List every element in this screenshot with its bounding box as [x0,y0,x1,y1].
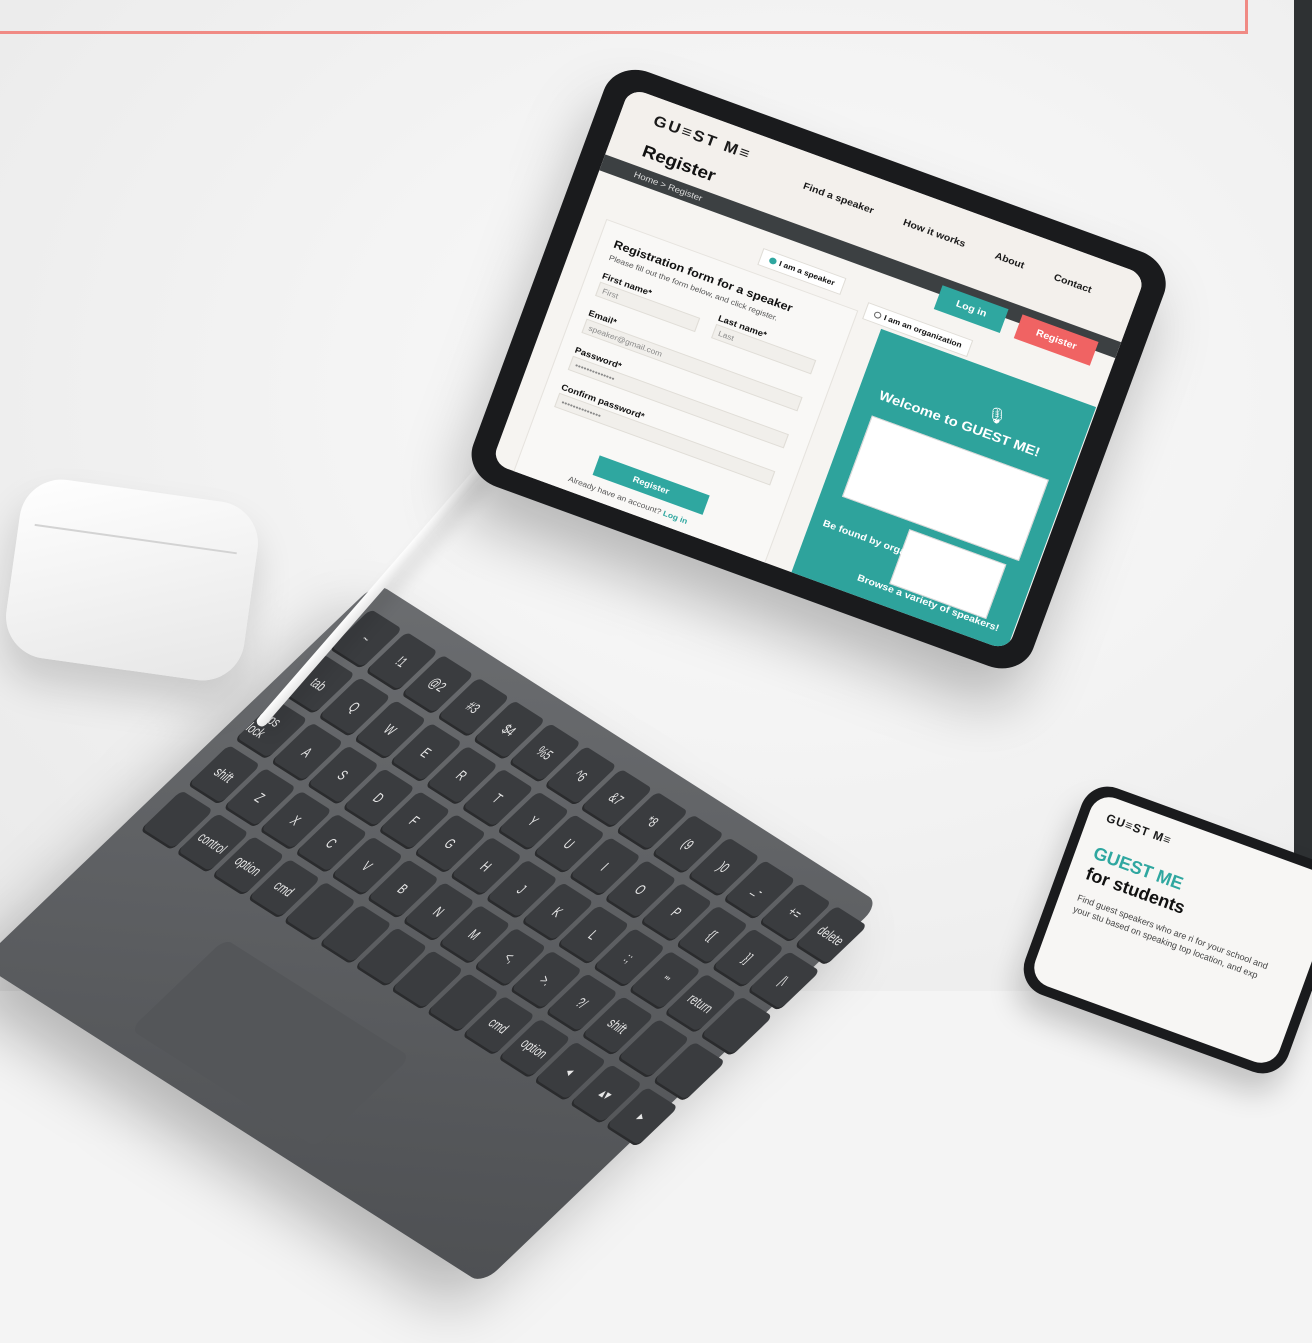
promo-panel: 🎙 Welcome to GUEST ME! Be found by organ… [790,328,1097,651]
nav-item-contact[interactable]: Contact [1052,272,1093,295]
airpods-seam [34,523,237,555]
keyboard-body: ~ !1 @2 #3 $4 %5 ^6 &7 *8 (9)0 _- += delete tab Q W E R T Y… [0,582,880,1285]
right-edge-bar [1294,0,1312,991]
airpods-case [0,474,264,686]
top-frame [0,0,1248,34]
phone: GU≡ST M≡ GUEST ME for students Find gues… [1015,778,1312,1082]
nav-item-about[interactable]: About [993,251,1025,271]
tablet: GU≡ST M≡ Find a speaker How it works Abo… [462,60,1265,679]
phone-logo[interactable]: GU≡ST M≡ [1104,811,1173,848]
radio-unselected-icon [872,311,883,320]
radio-selected-icon [768,256,778,266]
scene: ~ !1 @2 #3 $4 %5 ^6 &7 *8 (9)0 _- += delete tab Q W E R T Y… [0,0,1312,1285]
login-link[interactable]: Log in [662,509,689,526]
radio-speaker-label: I am a speaker [777,259,836,288]
nav-item-find-speaker[interactable]: Find a speaker [802,181,876,216]
phone-screen: GU≡ST M≡ GUEST ME for students Find gues… [1028,791,1312,1069]
tablet-frame: GU≡ST M≡ Find a speaker How it works Abo… [462,60,1176,679]
tablet-screen: GU≡ST M≡ Find a speaker How it works Abo… [491,87,1146,651]
confirm-password-field[interactable]: •••••••••••••• [554,392,776,486]
nav-item-how-it-works[interactable]: How it works [902,218,967,250]
